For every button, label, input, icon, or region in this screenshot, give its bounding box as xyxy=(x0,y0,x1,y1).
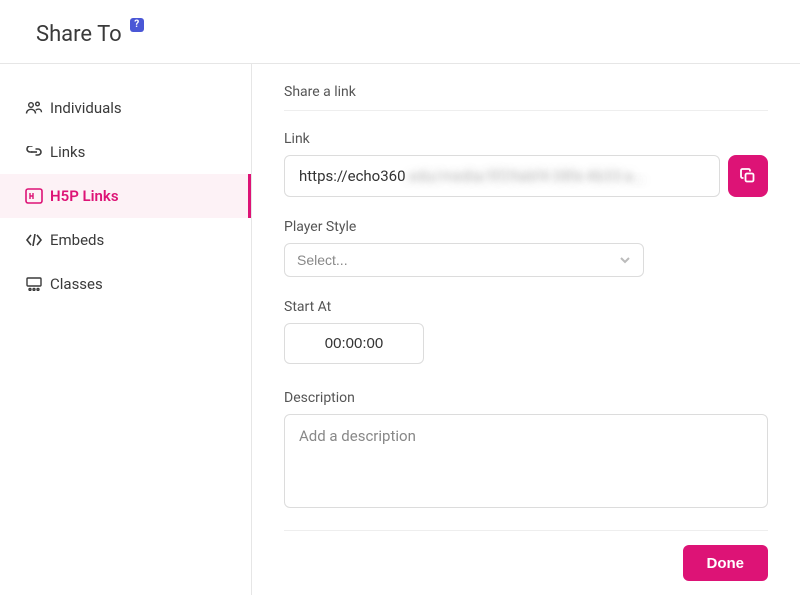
sidebar-item-h5p-links[interactable]: H5P Links xyxy=(0,174,251,218)
done-button[interactable]: Done xyxy=(683,545,769,581)
sidebar-item-embeds[interactable]: Embeds xyxy=(0,218,251,262)
h5p-icon xyxy=(18,188,50,204)
sidebar: Individuals Links H5P xyxy=(0,64,252,595)
sidebar-item-label: H5P Links xyxy=(50,187,119,205)
description-label: Description xyxy=(284,390,768,406)
copy-link-button[interactable] xyxy=(728,155,768,197)
sidebar-item-label: Classes xyxy=(50,275,103,293)
player-style-select[interactable]: Select... xyxy=(284,243,644,277)
main-panel: Share a link Link https://echo360.edu/me… xyxy=(252,64,800,595)
dialog-footer: Done xyxy=(284,530,768,595)
sidebar-item-label: Embeds xyxy=(50,231,104,249)
sidebar-item-label: Links xyxy=(50,143,85,161)
page-title: Share To xyxy=(36,22,122,47)
people-icon xyxy=(18,101,50,115)
description-textarea[interactable] xyxy=(284,414,768,508)
help-badge-icon[interactable]: ? xyxy=(130,18,144,32)
sidebar-item-links[interactable]: Links xyxy=(0,130,251,174)
link-label: Link xyxy=(284,131,768,147)
dialog-header: Share To ? xyxy=(0,0,800,64)
start-at-input[interactable] xyxy=(284,323,424,364)
player-style-label: Player Style xyxy=(284,219,768,235)
section-title: Share a link xyxy=(284,84,768,111)
link-icon xyxy=(18,146,50,158)
sidebar-item-individuals[interactable]: Individuals xyxy=(0,86,251,130)
link-visible-text: https://echo360 xyxy=(299,167,406,185)
share-link-input[interactable]: https://echo360.edu/media/5f29abf4-38fe-… xyxy=(284,155,720,197)
start-at-label: Start At xyxy=(284,299,768,315)
code-icon xyxy=(18,234,50,246)
copy-icon xyxy=(739,167,757,185)
sidebar-item-label: Individuals xyxy=(50,99,122,117)
link-obscured-text: .edu/media/5f29abf4-38fe-4b33-a... xyxy=(406,167,645,185)
class-icon xyxy=(18,277,50,291)
sidebar-item-classes[interactable]: Classes xyxy=(0,262,251,306)
